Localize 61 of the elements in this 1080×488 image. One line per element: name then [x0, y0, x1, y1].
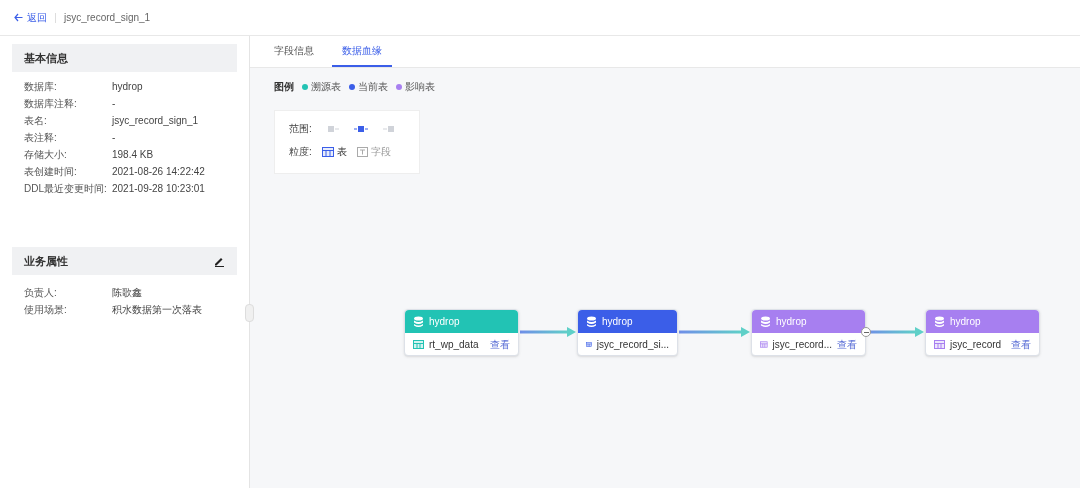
table-icon: [586, 340, 592, 349]
field-label: 表创建时间:: [24, 164, 78, 179]
field-value: 2021-09-28 10:23:01: [112, 181, 205, 196]
tab[interactable]: 字段信息: [264, 36, 324, 67]
field-value: 198.4 KB: [112, 147, 154, 162]
granularity-label: 粒度:: [289, 145, 312, 159]
database-icon: [760, 315, 771, 328]
range-option-icon[interactable]: [353, 123, 368, 134]
legend-text: 溯源表: [311, 80, 341, 94]
field-value: hydrop: [112, 79, 143, 94]
table-icon: [760, 340, 768, 349]
edit-icon[interactable]: [213, 255, 225, 267]
section-title: 业务属性: [24, 253, 68, 269]
page-title: jsyc_record_sign_1: [64, 11, 151, 25]
database-name: hydrop: [602, 315, 633, 329]
table-node[interactable]: hydrop jsyc_record 查看: [925, 309, 1040, 356]
field-value: 陈歌鑫: [112, 285, 142, 300]
database-name: hydrop: [429, 315, 460, 329]
database-name: hydrop: [950, 315, 981, 329]
section-title: 基本信息: [24, 50, 68, 66]
lineage-arrow: [520, 327, 576, 337]
field-label: 使用场景:: [24, 302, 68, 317]
view-link[interactable]: 查看: [490, 337, 510, 352]
back-arrow-icon: [14, 13, 23, 22]
field-value: -: [112, 96, 116, 111]
field-label: 表注释:: [24, 130, 58, 145]
field-label: 负责人:: [24, 285, 58, 300]
field-label: 数据库注释:: [24, 96, 78, 111]
legend-text: 当前表: [358, 80, 388, 94]
database-icon: [934, 315, 945, 328]
table-name: jsyc_record...: [772, 338, 832, 352]
table-name: jsyc_record_si...: [596, 338, 669, 352]
back-link[interactable]: 返回: [14, 10, 47, 25]
table-icon: [934, 340, 945, 349]
field-label: DDL最近变更时间:: [24, 181, 108, 196]
field-value: jsyc_record_sign_1: [112, 113, 199, 128]
field-label: 数据库:: [24, 79, 58, 94]
field-icon: [356, 146, 368, 157]
view-link[interactable]: 查看: [837, 337, 857, 352]
table-name: jsyc_record: [950, 338, 1003, 352]
table-node[interactable]: hydrop jsyc_record... 查看: [751, 309, 866, 356]
range-label: 范围:: [289, 122, 312, 136]
database-icon: [413, 315, 424, 328]
legend-label: 图例: [274, 80, 294, 94]
table-name: rt_wp_data: [429, 338, 480, 352]
field-label: 表名:: [24, 113, 48, 128]
field-label: 存储大小:: [24, 147, 68, 162]
database-name: hydrop: [776, 315, 807, 329]
field-value: 积水数据第一次落表: [112, 302, 202, 317]
field-value: 2021-08-26 14:22:42: [112, 164, 205, 179]
field-value: -: [112, 130, 116, 145]
table-node[interactable]: hydrop rt_wp_data 查看: [404, 309, 519, 356]
collapse-toggle[interactable]: [861, 327, 871, 337]
table-node[interactable]: hydrop jsyc_record_si...: [577, 309, 678, 356]
table-icon: [321, 146, 334, 157]
table-icon: [413, 340, 424, 349]
view-link[interactable]: 查看: [1011, 337, 1031, 352]
database-icon: [586, 315, 597, 328]
legend-text: 影响表: [405, 80, 435, 94]
lineage-arrow: [679, 327, 750, 337]
granularity-option[interactable]: 表: [321, 144, 347, 159]
